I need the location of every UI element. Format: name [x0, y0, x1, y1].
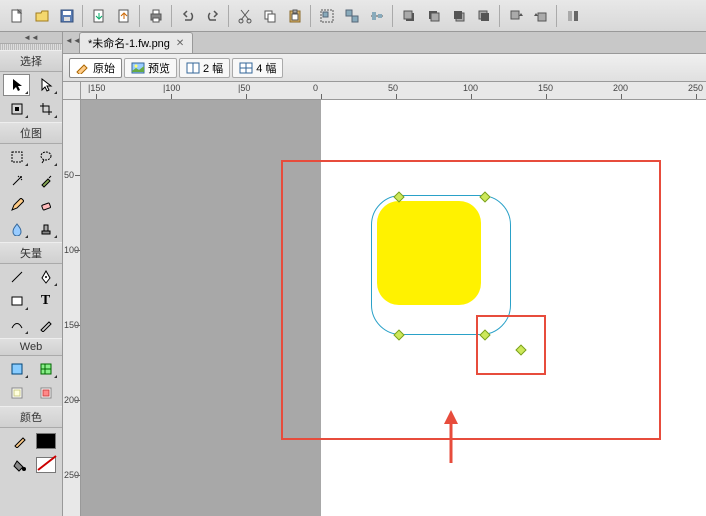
document-toolbar: 原始 预览 2 幅 4 幅 [63, 54, 706, 82]
slice-tool[interactable] [32, 358, 59, 380]
print-button[interactable] [144, 4, 167, 27]
flip-button[interactable] [561, 4, 584, 27]
ungroup-button[interactable] [340, 4, 363, 27]
top-toolbar [0, 0, 706, 32]
tools-panel: ◄◄ 选择 位图 矢量 T Web [0, 32, 63, 516]
bring-front-button[interactable] [397, 4, 420, 27]
tab-title: *未命名-1.fw.png [88, 35, 170, 51]
grid4-icon [239, 62, 253, 74]
new-file-button[interactable] [5, 4, 28, 27]
undo-button[interactable] [176, 4, 199, 27]
hotspot-tool[interactable] [3, 358, 30, 380]
text-tool[interactable]: T [32, 290, 59, 312]
rounded-rect-shape[interactable] [377, 201, 481, 305]
line-tool[interactable] [3, 266, 30, 288]
document-tab[interactable]: *未命名-1.fw.png ✕ [79, 32, 193, 53]
save-button[interactable] [55, 4, 78, 27]
four-up-view-button[interactable]: 4 幅 [232, 58, 283, 78]
web-tools [0, 356, 62, 406]
panel-collapse-toggle[interactable]: ◄◄ [0, 32, 62, 44]
separator [392, 5, 393, 27]
rubber-stamp-tool[interactable] [32, 218, 59, 240]
separator [499, 5, 500, 27]
tab-collapse-toggle[interactable]: ◄◄ [65, 36, 81, 45]
export-button[interactable] [112, 4, 135, 27]
original-label: 原始 [93, 60, 115, 76]
fill-color-swatch[interactable] [36, 457, 56, 473]
crop-tool[interactable] [32, 98, 59, 120]
preview-view-button[interactable]: 预览 [124, 58, 177, 78]
vector-tools: T [0, 264, 62, 338]
close-tab-icon[interactable]: ✕ [176, 38, 184, 49]
main-area: ◄◄ 选择 位图 矢量 T Web [0, 32, 706, 516]
preview-label: 预览 [148, 60, 170, 76]
show-slices-button[interactable] [32, 382, 59, 404]
separator [556, 5, 557, 27]
select-tools [0, 72, 62, 122]
bring-forward-button[interactable] [422, 4, 445, 27]
tab-bar: ◄◄ *未命名-1.fw.png ✕ [63, 32, 706, 54]
rectangle-tool[interactable] [3, 290, 30, 312]
original-view-button[interactable]: 原始 [69, 58, 122, 78]
pointer-tool[interactable] [3, 74, 30, 96]
color-tools [0, 428, 62, 478]
stroke-color-swatch[interactable] [36, 433, 56, 449]
select-section-header: 选择 [0, 50, 62, 72]
cut-button[interactable] [233, 4, 256, 27]
brush-tool[interactable] [32, 170, 59, 192]
bitmap-section-header: 位图 [0, 122, 62, 144]
two-up-view-button[interactable]: 2 幅 [179, 58, 230, 78]
hide-slices-button[interactable] [3, 382, 30, 404]
rotate-right-button[interactable] [529, 4, 552, 27]
ruler-corner[interactable] [63, 82, 81, 100]
freeform-tool[interactable] [3, 314, 30, 336]
eraser-tool[interactable] [32, 194, 59, 216]
separator [310, 5, 311, 27]
bitmap-tools [0, 144, 62, 242]
image-icon [131, 62, 145, 74]
pencil-tool[interactable] [3, 194, 30, 216]
redo-button[interactable] [201, 4, 224, 27]
send-back-button[interactable] [472, 4, 495, 27]
fill-color-picker[interactable] [7, 454, 34, 476]
import-button[interactable] [87, 4, 110, 27]
canvas[interactable] [81, 100, 706, 516]
two-up-label: 2 幅 [203, 60, 223, 76]
separator [139, 5, 140, 27]
group-button[interactable] [315, 4, 338, 27]
web-section-header: Web [0, 338, 62, 356]
knife-tool[interactable] [32, 314, 59, 336]
grid2-icon [186, 62, 200, 74]
horizontal-ruler[interactable]: |150|100|50050100150200250 [81, 82, 706, 100]
separator [171, 5, 172, 27]
magic-wand-tool[interactable] [3, 170, 30, 192]
copy-button[interactable] [258, 4, 281, 27]
color-section-header: 颜色 [0, 406, 62, 428]
document-area: ◄◄ *未命名-1.fw.png ✕ 原始 预览 2 幅 4 幅 [63, 32, 706, 516]
separator [228, 5, 229, 27]
blur-tool[interactable] [3, 218, 30, 240]
open-file-button[interactable] [30, 4, 53, 27]
align-button[interactable] [365, 4, 388, 27]
stroke-color-picker[interactable] [7, 430, 34, 452]
send-backward-button[interactable] [447, 4, 470, 27]
pencil-icon [76, 62, 90, 74]
four-up-label: 4 幅 [256, 60, 276, 76]
marquee-tool[interactable] [3, 146, 30, 168]
subselect-tool[interactable] [32, 74, 59, 96]
scale-tool[interactable] [3, 98, 30, 120]
lasso-tool[interactable] [32, 146, 59, 168]
canvas-area: |150|100|50050100150200250 5010015020025… [63, 82, 706, 516]
vertical-ruler[interactable]: 50100150200250300 [63, 100, 81, 516]
separator [82, 5, 83, 27]
vector-section-header: 矢量 [0, 242, 62, 264]
rotate-left-button[interactable] [504, 4, 527, 27]
pen-tool[interactable] [32, 266, 59, 288]
paste-button[interactable] [283, 4, 306, 27]
